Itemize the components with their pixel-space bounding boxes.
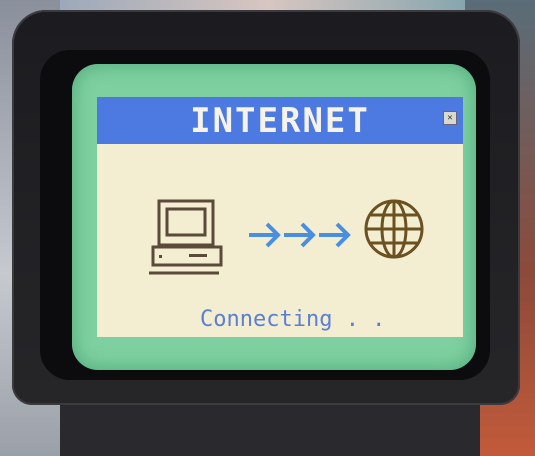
computer-icon [149, 199, 223, 275]
arrow-right-icon [249, 222, 281, 248]
arrows-icon [249, 222, 351, 248]
connecting-status: Connecting . . [200, 307, 386, 332]
arrow-right-icon [319, 222, 351, 248]
close-icon[interactable]: ✕ [443, 111, 457, 125]
arrow-right-icon [284, 222, 316, 248]
title-bar: INTERNET ✕ [97, 97, 463, 144]
internet-dialog: INTERNET ✕ Connecting . . [97, 97, 463, 337]
dialog-title: INTERNET [190, 101, 370, 141]
globe-icon [364, 199, 424, 259]
